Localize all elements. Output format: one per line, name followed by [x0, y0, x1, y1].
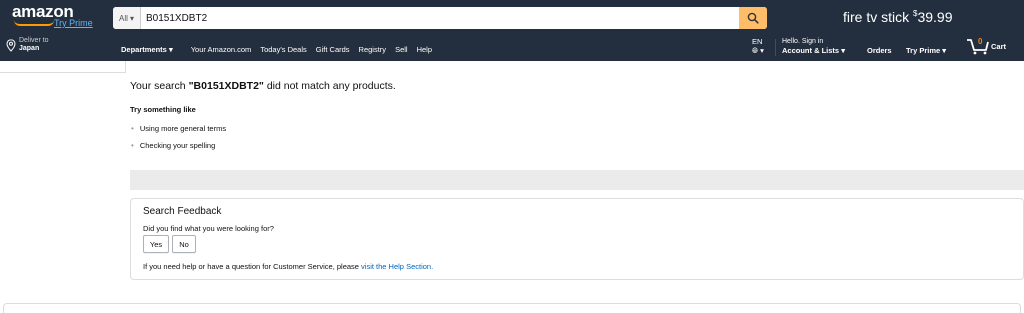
grey-separator-band: [130, 170, 1024, 190]
search-icon: [747, 12, 759, 24]
promo-price: 39.99: [917, 9, 953, 25]
cart-count: 0: [978, 37, 983, 46]
suggestion-text: Using more general terms: [139, 124, 227, 133]
search-bar: All ▾: [113, 7, 767, 29]
deliver-to-location[interactable]: Deliver to Japan: [6, 37, 49, 53]
bullet-icon: •: [131, 141, 134, 150]
left-refinement-panel: [0, 61, 126, 73]
account-lists-menu[interactable]: Hello. Sign in Account & Lists ▾: [782, 37, 845, 55]
chevron-down-icon: ▾: [168, 45, 173, 54]
nav-links: Departments ▾ Your Amazon.com Today's De…: [121, 45, 441, 54]
try-something-heading: Try something like: [130, 105, 196, 114]
nav-link-registry[interactable]: Registry: [359, 45, 387, 54]
chevron-down-icon: ▾: [942, 46, 947, 55]
chevron-down-icon: ▾: [841, 46, 845, 55]
nav-divider: [775, 39, 776, 56]
nav-link-gift-cards[interactable]: Gift Cards: [316, 45, 350, 54]
bullet-icon: •: [131, 124, 134, 133]
account-lists-label: Account & Lists: [782, 46, 840, 55]
feedback-yes-button[interactable]: Yes: [143, 235, 169, 253]
language-selector[interactable]: EN 🌐︎ ▾: [752, 37, 764, 55]
fire-tv-promo[interactable]: fire tv stick $39.99: [843, 9, 953, 25]
help-section-link[interactable]: visit the Help Section.: [361, 262, 433, 271]
promo-text: fire tv stick: [843, 9, 910, 25]
nav-link-sell[interactable]: Sell: [395, 45, 408, 54]
search-button[interactable]: [739, 7, 767, 29]
language-label: EN: [752, 37, 763, 46]
search-feedback-box: Search Feedback Did you find what you we…: [130, 198, 1024, 280]
no-results-suffix: did not match any products.: [263, 80, 396, 92]
search-input[interactable]: [141, 7, 739, 29]
secondary-nav-bar: Deliver to Japan Departments ▾ Your Amaz…: [0, 36, 1024, 61]
account-greeting: Hello. Sign in: [782, 38, 824, 45]
departments-label: Departments: [121, 45, 167, 54]
no-results-prefix: Your search: [130, 80, 189, 92]
search-category-label: All: [119, 13, 128, 23]
deliver-country: Japan: [19, 45, 40, 52]
suggestion-text: Checking your spelling: [139, 141, 216, 150]
feedback-title: Search Feedback: [143, 206, 222, 217]
help-text: If you need help or have a question for …: [143, 262, 362, 271]
nav-link-your-amazon[interactable]: Your Amazon.com: [191, 45, 252, 54]
feedback-help-text: If you need help or have a question for …: [143, 262, 433, 271]
no-results-message: Your search "B0151XDBT2" did not match a…: [130, 80, 396, 92]
try-prime-label: Try Prime: [906, 46, 941, 55]
location-pin-icon: [6, 38, 16, 52]
logo-smile-icon: [14, 20, 54, 26]
nav-link-help[interactable]: Help: [417, 45, 432, 54]
globe-icon: 🌐︎ ▾: [752, 46, 764, 55]
top-nav-bar: amazon Try Prime All ▾ fire tv stick $39…: [0, 0, 1024, 36]
amazon-logo[interactable]: amazon Try Prime: [12, 3, 93, 29]
logo-try-prime-link[interactable]: Try Prime: [54, 18, 93, 28]
feedback-question: Did you find what you were looking for?: [143, 224, 274, 233]
departments-menu[interactable]: Departments ▾: [121, 45, 173, 54]
cart-button[interactable]: 0 Cart: [966, 37, 1006, 55]
search-category-dropdown[interactable]: All ▾: [113, 7, 141, 29]
nav-link-todays-deals[interactable]: Today's Deals: [260, 45, 306, 54]
orders-link[interactable]: Orders: [867, 46, 892, 55]
feedback-no-button[interactable]: No: [172, 235, 196, 253]
deliver-label: Deliver to: [19, 37, 49, 44]
list-item: • Checking your spelling: [131, 141, 215, 150]
try-prime-menu[interactable]: Try Prime ▾: [906, 46, 946, 55]
search-query: "B0151XDBT2": [188, 80, 264, 92]
chevron-down-icon: ▾: [129, 13, 134, 23]
bottom-section-box: [3, 303, 1021, 313]
list-item: • Using more general terms: [131, 124, 226, 133]
cart-label: Cart: [991, 42, 1007, 51]
